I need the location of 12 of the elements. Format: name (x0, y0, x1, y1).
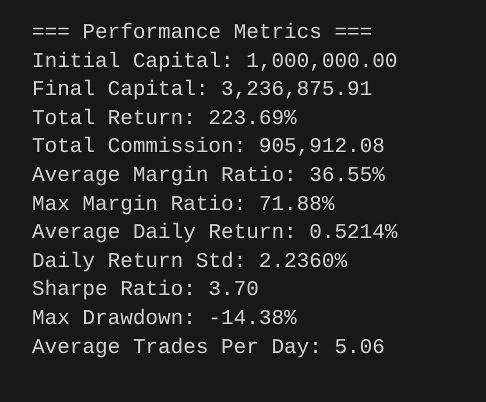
output-line: Final Capital: 3,236,875.91 (32, 78, 374, 104)
output-line: Daily Return Std: 2.2360% (32, 250, 348, 276)
output-line: Max Drawdown: -14.38% (32, 306, 298, 333)
output-line: Sharpe Ratio: 3.70 (32, 278, 260, 304)
output-line: Max Margin Ratio: 71.88% (32, 192, 336, 219)
output-line: Total Commission: 905,912.08 (32, 135, 386, 162)
output-line: Average Margin Ratio: 36.55% (32, 164, 386, 190)
output-line: Initial Capital: 1,000,000.00 (32, 50, 398, 76)
output-line: Average Daily Return: 0.5214% (32, 221, 398, 248)
output-line: === Performance Metrics === (32, 21, 374, 47)
output-line: Average Trades Per Day: 5.06 (32, 336, 386, 362)
output-line: Total Return: 223.69% (32, 106, 298, 133)
